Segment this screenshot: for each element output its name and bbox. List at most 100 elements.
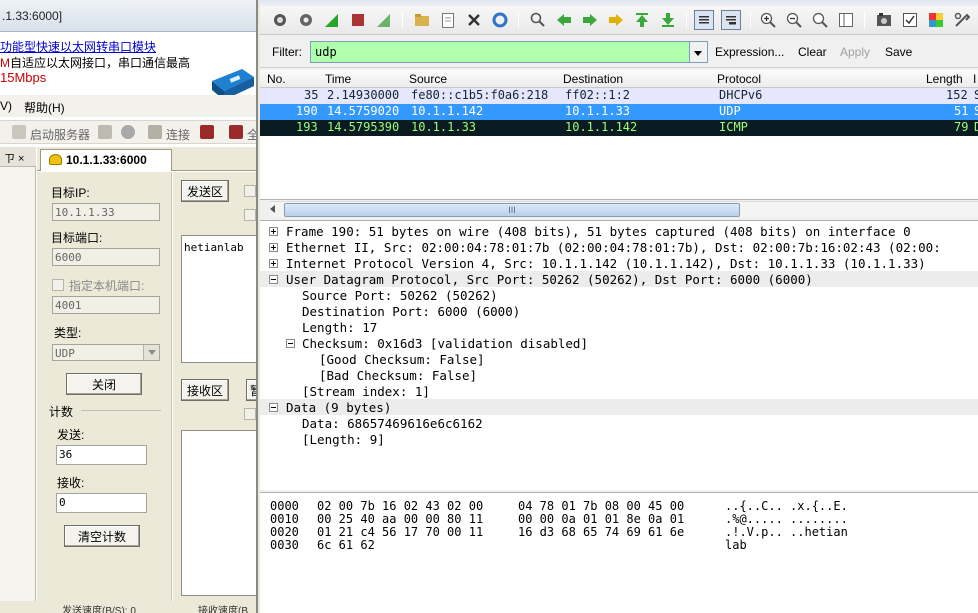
go-to-packet-icon[interactable] bbox=[606, 10, 626, 30]
expand-icon[interactable] bbox=[269, 259, 278, 268]
interfaces-icon[interactable] bbox=[270, 10, 290, 30]
detail-row-data-length[interactable]: [Length: 9] bbox=[260, 431, 978, 447]
capture-filters-icon[interactable] bbox=[874, 10, 894, 30]
column-time[interactable]: Time bbox=[325, 72, 351, 86]
close-button[interactable]: 关闭 bbox=[66, 373, 142, 395]
connect-button[interactable]: 连接 bbox=[166, 126, 190, 143]
detail-row-data[interactable]: Data (9 bytes) bbox=[260, 399, 978, 415]
recv-count-field[interactable]: 0 bbox=[56, 493, 147, 513]
column-source[interactable]: Source bbox=[409, 72, 447, 86]
forward-icon[interactable] bbox=[580, 10, 600, 30]
expand-icon[interactable] bbox=[269, 243, 278, 252]
local-port-checkbox[interactable] bbox=[52, 279, 64, 291]
filter-dropdown-chevron-icon[interactable] bbox=[690, 41, 708, 63]
stop-capture-icon[interactable] bbox=[348, 10, 368, 30]
column-destination[interactable]: Destination bbox=[563, 72, 623, 86]
save-file-icon[interactable] bbox=[438, 10, 458, 30]
display-filters-icon[interactable] bbox=[900, 10, 920, 30]
collapse-icon[interactable] bbox=[286, 339, 295, 348]
send-option-checkbox-1[interactable] bbox=[244, 185, 256, 197]
coloring-rules-icon[interactable] bbox=[926, 10, 946, 30]
options-icon[interactable] bbox=[296, 10, 316, 30]
stop-server-icon[interactable] bbox=[98, 125, 112, 139]
detail-row-stream-index[interactable]: [Stream index: 1] bbox=[260, 383, 978, 399]
local-port-field[interactable]: 4001 bbox=[52, 296, 160, 314]
bytes-row[interactable]: 0010 00 25 40 aa 00 00 80 11 00 00 0a 01… bbox=[270, 512, 970, 526]
clear-button[interactable]: Clear bbox=[798, 45, 827, 59]
detail-row-dst-port[interactable]: Destination Port: 6000 (6000) bbox=[260, 303, 978, 319]
detail-row-src-port[interactable]: Source Port: 50262 (50262) bbox=[260, 287, 978, 303]
last-packet-icon[interactable] bbox=[658, 10, 678, 30]
detail-row-bad-checksum[interactable]: [Bad Checksum: False] bbox=[260, 367, 978, 383]
packet-row[interactable]: 35 2.14930000 fe80::c1b5:f0a6:218 ff02::… bbox=[260, 88, 978, 104]
colorize-icon[interactable] bbox=[694, 10, 714, 30]
send-area-button[interactable]: 发送区 bbox=[181, 180, 229, 202]
autoscroll-icon[interactable] bbox=[721, 10, 741, 30]
find-icon[interactable] bbox=[528, 10, 548, 30]
detail-row-length[interactable]: Length: 17 bbox=[260, 319, 978, 335]
menu-view[interactable]: V) bbox=[0, 99, 12, 113]
ad-link[interactable]: 功能型快速以太网转串口模块 bbox=[0, 38, 156, 55]
tab-session[interactable]: 10.1.1.33:6000 bbox=[40, 149, 172, 171]
scroll-thumb[interactable]: III bbox=[284, 203, 740, 217]
detail-row-frame[interactable]: Frame 190: 51 bytes on wire (408 bits), … bbox=[260, 223, 978, 239]
resize-columns-icon[interactable] bbox=[836, 10, 856, 30]
bytes-row[interactable]: 0020 01 21 c4 56 17 70 00 11 16 d3 68 65… bbox=[270, 525, 970, 539]
detail-row-data-value[interactable]: Data: 68657469616e6c6162 bbox=[260, 415, 978, 431]
detail-row-ethernet[interactable]: Ethernet II, Src: 02:00:04:78:01:7b (02:… bbox=[260, 239, 978, 255]
chevron-down-icon[interactable] bbox=[143, 345, 159, 360]
recv-option-checkbox[interactable] bbox=[244, 408, 256, 420]
detail-row-good-checksum[interactable]: [Good Checksum: False] bbox=[260, 351, 978, 367]
preferences-icon[interactable] bbox=[952, 10, 972, 30]
zoom-in-icon[interactable] bbox=[758, 10, 778, 30]
all-button[interactable]: 全 bbox=[247, 126, 256, 143]
pause-button[interactable]: 暂 bbox=[246, 379, 256, 401]
expand-icon[interactable] bbox=[269, 227, 278, 236]
restart-capture-icon[interactable] bbox=[374, 10, 394, 30]
first-packet-icon[interactable] bbox=[632, 10, 652, 30]
send-textarea[interactable]: hetianlab bbox=[181, 235, 256, 363]
disconnect-icon[interactable] bbox=[200, 125, 214, 139]
target-port-label: 目标端口: bbox=[51, 231, 103, 245]
target-port-field[interactable]: 6000 bbox=[52, 248, 160, 266]
sidebar-pin-close[interactable]: ㄗ × bbox=[4, 150, 24, 166]
apply-button[interactable]: Apply bbox=[840, 45, 870, 59]
detail-row-ipv4[interactable]: Internet Protocol Version 4, Src: 10.1.1… bbox=[260, 255, 978, 271]
collapse-icon[interactable] bbox=[269, 275, 278, 284]
packet-list-hscrollbar[interactable]: III bbox=[270, 201, 978, 217]
collapse-icon[interactable] bbox=[269, 403, 278, 412]
close-file-icon[interactable] bbox=[464, 10, 484, 30]
normal-size-icon[interactable] bbox=[810, 10, 830, 30]
recv-textarea[interactable] bbox=[181, 430, 256, 596]
column-length[interactable]: Length bbox=[926, 72, 963, 86]
filter-input[interactable]: udp bbox=[310, 41, 690, 63]
column-protocol[interactable]: Protocol bbox=[717, 72, 761, 86]
packet-row[interactable]: 193 14.5795390 10.1.1.33 10.1.1.142 ICMP… bbox=[260, 120, 978, 136]
packet-source: 10.1.1.33 bbox=[411, 120, 477, 134]
expression-button[interactable]: Expression... bbox=[715, 45, 784, 59]
reload-icon[interactable] bbox=[490, 10, 510, 30]
recv-area-button[interactable]: 接收区 bbox=[181, 379, 229, 401]
target-ip-field[interactable]: 10.1.1.33 bbox=[52, 203, 160, 221]
menu-help[interactable]: 帮助(H) bbox=[24, 99, 65, 116]
save-filter-button[interactable]: Save bbox=[885, 45, 912, 59]
bytes-row[interactable]: 0030 6c 61 62 lab bbox=[270, 538, 970, 552]
zoom-out-icon[interactable] bbox=[784, 10, 804, 30]
start-capture-icon[interactable] bbox=[322, 10, 342, 30]
close-icon[interactable] bbox=[121, 125, 135, 139]
open-icon[interactable] bbox=[412, 10, 432, 30]
start-server-button[interactable]: 启动服务器 bbox=[30, 126, 90, 143]
detail-row-udp[interactable]: User Datagram Protocol, Src Port: 50262 … bbox=[260, 271, 978, 287]
column-info[interactable]: I bbox=[973, 72, 976, 86]
scroll-left-arrow-icon[interactable] bbox=[270, 205, 275, 213]
bytes-row[interactable]: 0000 02 00 7b 16 02 43 02 00 04 78 01 7b… bbox=[270, 499, 970, 513]
type-select[interactable]: UDP bbox=[52, 344, 160, 361]
column-no[interactable]: No. bbox=[267, 72, 286, 86]
detail-row-checksum[interactable]: Checksum: 0x16d3 [validation disabled] bbox=[260, 335, 978, 351]
send-option-checkbox-2[interactable] bbox=[244, 209, 256, 221]
packet-row-selected[interactable]: 190 14.5759020 10.1.1.142 10.1.1.33 UDP … bbox=[260, 104, 978, 120]
send-count-field[interactable]: 36 bbox=[56, 445, 147, 465]
ad-banner[interactable]: 功能型快速以太网转串口模块 M自适应以太网接口，串口通信最高 15Mbps bbox=[0, 33, 256, 100]
back-icon[interactable] bbox=[554, 10, 574, 30]
clear-count-button[interactable]: 清空计数 bbox=[64, 525, 140, 547]
